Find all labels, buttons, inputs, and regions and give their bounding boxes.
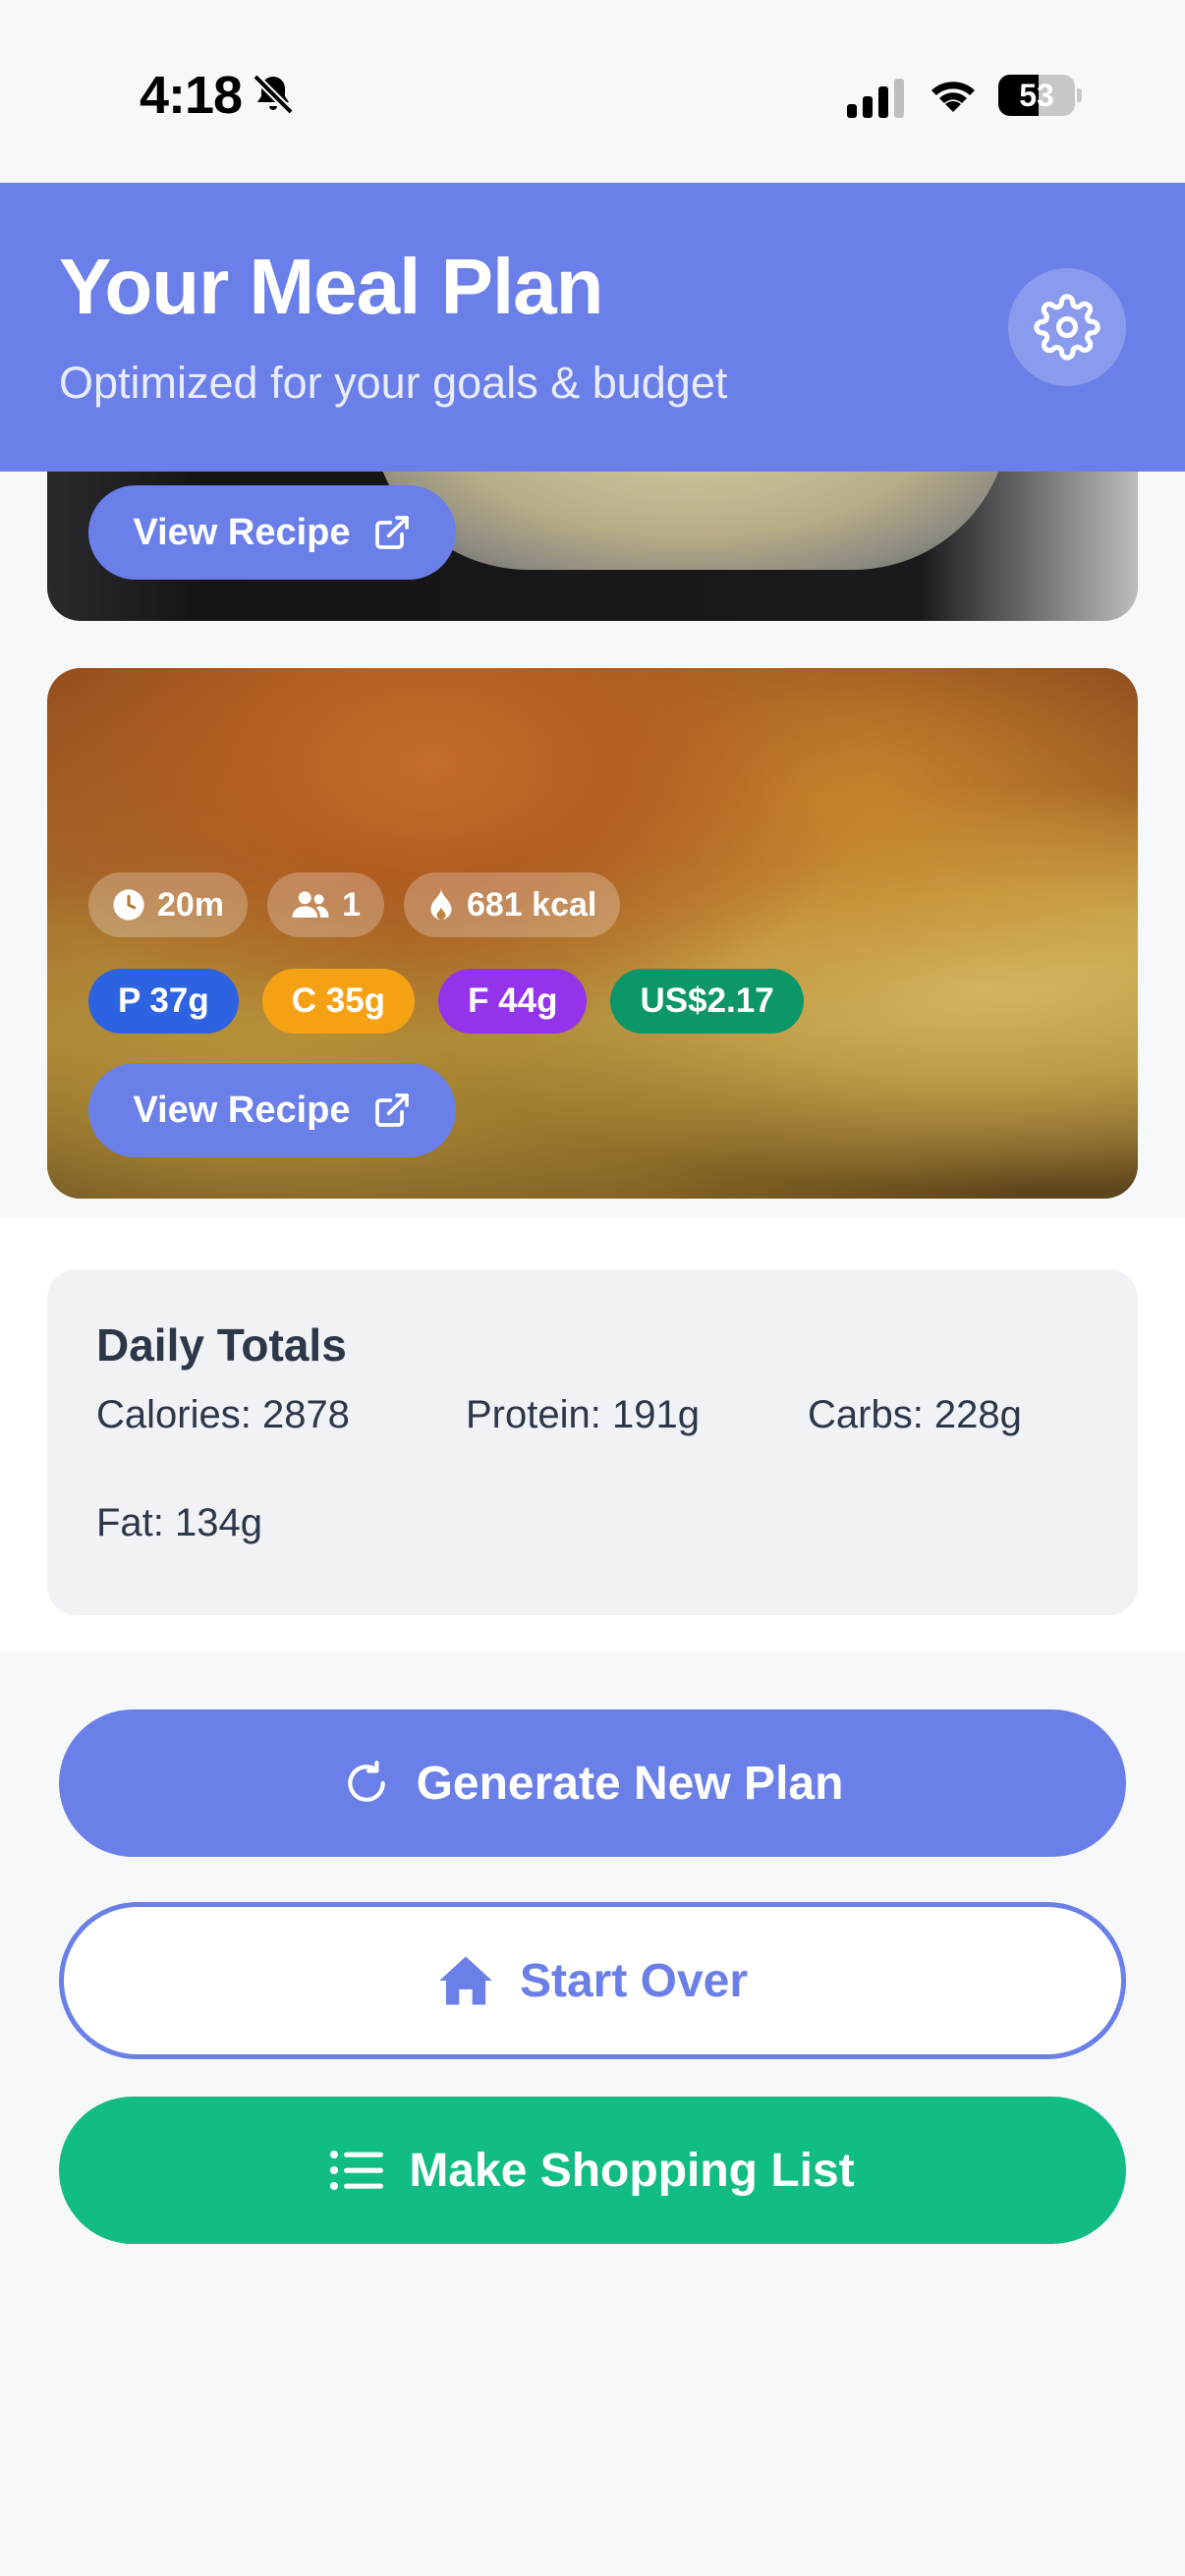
protein-badge: P 37g [88, 969, 239, 1034]
fat-badge: F 44g [438, 969, 588, 1034]
refresh-icon [347, 1761, 385, 1802]
servings: 1 [342, 885, 361, 924]
daily-totals-title: Daily Totals [96, 1319, 347, 1371]
totals-section: Daily Totals Calories: 2878 Protein: 191… [0, 1218, 1185, 1651]
total-carbs: Carbs: 228g [808, 1393, 1022, 1436]
page-subtitle: Optimized for your goals & budget [59, 358, 728, 408]
total-calories: Calories: 2878 [96, 1393, 350, 1436]
view-recipe-button[interactable]: View Recipe [88, 1063, 456, 1157]
total-protein: Protein: 191g [466, 1393, 700, 1436]
cellular-signal-icon [847, 79, 904, 118]
prep-time: 20m [157, 885, 225, 924]
recipe-meta-row: 20m 1 681 kcal [88, 872, 621, 937]
generate-new-plan-label: Generate New Plan [416, 1757, 844, 1810]
carbs-badge: C 35g [261, 969, 416, 1034]
prep-time-pill: 20m [88, 872, 249, 937]
status-time: 4:18 [140, 66, 243, 125]
servings-pill: 1 [267, 872, 384, 937]
view-recipe-button[interactable]: View Recipe [88, 485, 456, 580]
users-icon [292, 891, 329, 918]
external-link-icon [374, 1093, 409, 1127]
page-title: Your Meal Plan [59, 243, 604, 330]
gear-icon [1034, 294, 1100, 361]
make-shopping-list-label: Make Shopping List [409, 2144, 855, 2197]
fire-icon [430, 888, 452, 920]
view-recipe-label: View Recipe [133, 1089, 351, 1131]
clock-icon [113, 889, 144, 921]
cost-badge: US$2.17 [610, 969, 804, 1034]
list-icon [330, 2151, 384, 2190]
macro-row: P 37g C 35g F 44g US$2.17 [88, 969, 804, 1034]
external-link-icon [374, 516, 409, 549]
calories-pill: 681 kcal [403, 872, 621, 937]
total-fat: Fat: 134g [96, 1501, 263, 1544]
header: Your Meal Plan Optimized for your goals … [0, 183, 1185, 472]
settings-button[interactable] [1008, 268, 1126, 386]
view-recipe-label: View Recipe [133, 511, 351, 553]
start-over-label: Start Over [519, 1954, 749, 2007]
start-over-button[interactable]: Start Over [59, 1902, 1126, 2059]
wifi-icon [931, 82, 975, 112]
calories: 681 kcal [466, 885, 597, 924]
battery-level: 53 [1019, 78, 1054, 113]
generate-new-plan-button[interactable]: Generate New Plan [59, 1709, 1126, 1857]
status-bar: 4:18 53 [0, 0, 1185, 183]
battery-indicator: 53 [998, 75, 1082, 116]
home-icon [439, 1956, 492, 2005]
make-shopping-list-button[interactable]: Make Shopping List [59, 2097, 1126, 2244]
recipe-card[interactable]: 20m 1 681 kcal P 37g C 35g F 44g US$2.17… [47, 668, 1138, 1199]
bell-slash-icon [253, 74, 294, 115]
daily-totals-card: Daily Totals Calories: 2878 Protein: 191… [47, 1269, 1138, 1615]
